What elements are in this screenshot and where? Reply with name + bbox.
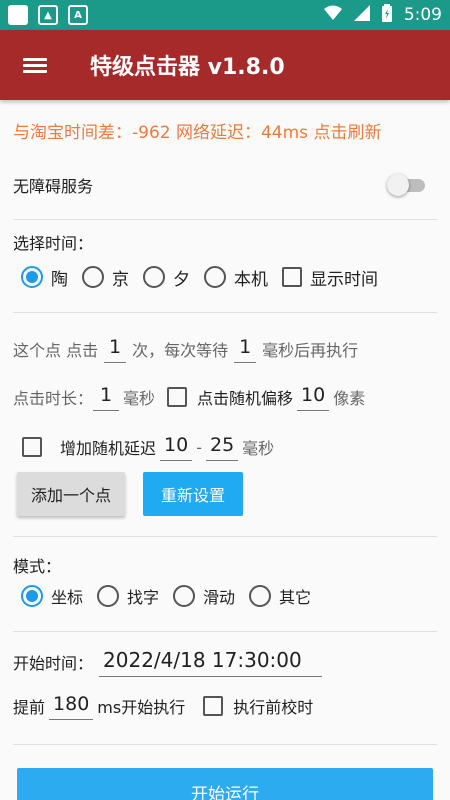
app-bar: 特级点击器 v1.8.0 [0, 30, 450, 100]
time-select-label: 选择时间： [13, 234, 94, 253]
radio-find-text[interactable] [97, 585, 120, 607]
time-option-local[interactable]: 本机 [204, 265, 268, 290]
random-delay-row: 增加随机延迟 10 - 25 毫秒 [13, 427, 437, 467]
reset-button[interactable]: 重新设置 [143, 472, 243, 516]
start-time-row: 开始时间： 2022/4/18 17:30:00 [13, 642, 437, 682]
mode-group: 坐标 找字 滑动 其它 [13, 581, 437, 611]
divider [13, 744, 437, 745]
delay-max-input[interactable]: 25 [205, 434, 239, 461]
wifi-icon [323, 5, 342, 26]
mode-option-swipe[interactable]: 滑动 [173, 584, 235, 608]
divider [13, 536, 437, 537]
radio-xi[interactable] [143, 266, 165, 288]
mode-label: 模式： [13, 557, 62, 576]
delay-min-input[interactable]: 10 [160, 434, 193, 461]
time-diff-refresh-link[interactable]: 与淘宝时间差：-962 网络延迟：44ms 点击刷新 [13, 120, 437, 146]
start-time-input[interactable]: 2022/4/18 17:30:00 [99, 648, 322, 677]
start-run-button[interactable]: 开始运行 [17, 768, 433, 800]
random-delay-checkbox[interactable] [22, 437, 42, 457]
time-option-jing[interactable]: 京 [82, 265, 129, 290]
status-bar: ▲ A 5:09 [0, 0, 450, 30]
click-config-row: 这个点 点击 1 次，每次等待 1 毫秒后再执行 [13, 329, 437, 369]
menu-icon[interactable] [0, 30, 70, 100]
offset-pixel-input[interactable]: 10 [297, 384, 330, 411]
mode-option-coordinate[interactable]: 坐标 [21, 584, 83, 608]
accessibility-row: 无障碍服务 [13, 158, 437, 212]
show-time-checkbox[interactable] [282, 267, 302, 287]
battery-icon [381, 3, 392, 27]
point-buttons: 添加一个点 重新设置 [13, 472, 437, 516]
time-select-group: 陶 京 夕 本机 显示时间 [13, 259, 437, 295]
advance-ms-input[interactable]: 180 [49, 693, 94, 720]
radio-tao[interactable] [21, 266, 43, 288]
gallery-notification-icon: ▲ [38, 5, 58, 25]
time-option-tao[interactable]: 陶 [21, 265, 68, 290]
divider [13, 312, 437, 313]
divider [13, 631, 437, 632]
wait-ms-input[interactable]: 1 [234, 336, 257, 363]
mode-option-find-text[interactable]: 找字 [97, 584, 159, 608]
accessibility-label: 无障碍服务 [13, 177, 94, 196]
duration-row: 点击时长： 1 毫秒 点击随机偏移 10 像素 [13, 377, 437, 417]
app-title: 特级点击器 v1.8.0 [90, 55, 285, 80]
text-app-icon: A [68, 5, 88, 25]
calibrate-checkbox[interactable] [203, 696, 224, 716]
signal-icon [353, 4, 370, 26]
random-offset-checkbox[interactable] [167, 387, 188, 407]
click-count-input[interactable]: 1 [104, 336, 127, 363]
status-time: 5:09 [403, 5, 442, 25]
divider [13, 219, 437, 220]
radio-jing[interactable] [82, 266, 104, 288]
time-option-xi[interactable]: 夕 [143, 265, 190, 290]
add-point-button[interactable]: 添加一个点 [17, 472, 125, 516]
mode-option-other[interactable]: 其它 [249, 584, 311, 608]
show-time-option[interactable]: 显示时间 [282, 265, 378, 290]
radio-coordinate[interactable] [21, 585, 43, 607]
notification-app-icon [8, 5, 28, 25]
radio-local[interactable] [204, 266, 226, 288]
radio-swipe[interactable] [173, 585, 196, 607]
click-duration-input[interactable]: 1 [93, 384, 120, 411]
main-content: 与淘宝时间差：-962 网络延迟：44ms 点击刷新 无障碍服务 选择时间： 陶… [0, 100, 450, 800]
radio-other[interactable] [249, 585, 272, 607]
accessibility-switch[interactable] [387, 174, 427, 196]
advance-row: 提前 180 ms开始执行 执行前校时 [13, 686, 437, 726]
